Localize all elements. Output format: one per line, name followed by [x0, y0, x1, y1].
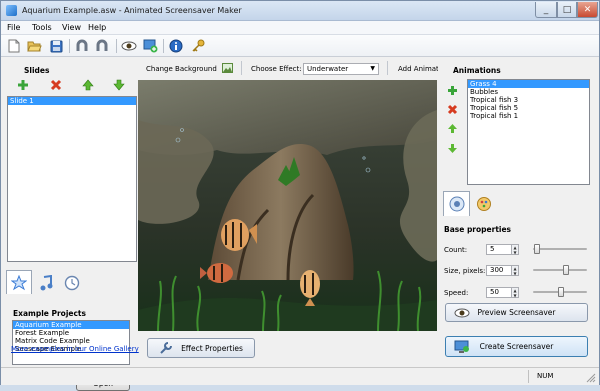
count-input[interactable]: 5 [486, 244, 512, 255]
minimize-button[interactable]: _ [535, 2, 557, 18]
open-icon[interactable] [26, 38, 42, 54]
animation-down-button[interactable] [447, 143, 458, 156]
menu-help[interactable]: Help [88, 23, 106, 32]
add-slide-button[interactable] [17, 79, 29, 93]
aquarium-scene [138, 80, 437, 331]
example-projects-list[interactable]: Aquarium Example Forest Example Matrix C… [12, 320, 130, 365]
speed-slider[interactable] [533, 287, 587, 297]
list-item[interactable]: Slide 1 [8, 97, 136, 105]
preview-canvas [138, 80, 437, 331]
size-input[interactable]: 300 [486, 265, 512, 276]
change-background-link[interactable]: Change Background [146, 65, 217, 73]
add-slide-icon[interactable] [142, 38, 158, 54]
redo-icon[interactable] [94, 38, 110, 54]
list-item[interactable]: Tropical fish 3 [468, 96, 589, 104]
base-properties-heading: Base properties [444, 225, 512, 234]
window-title: Aquarium Example.asw - Animated Screensa… [22, 6, 242, 15]
close-button[interactable]: ✕ [577, 2, 598, 18]
preview-screensaver-button[interactable]: Preview Screensaver [445, 303, 588, 322]
add-animation-link[interactable]: Add Animati [398, 65, 438, 73]
tab-base-properties[interactable] [443, 191, 470, 216]
maximize-button[interactable]: □ [557, 2, 577, 18]
key-icon[interactable] [190, 38, 206, 54]
size-slider[interactable] [533, 265, 587, 275]
chevron-down-icon: ▼ [370, 65, 375, 72]
count-slider[interactable] [533, 244, 587, 254]
move-down-button[interactable] [113, 79, 125, 93]
count-spinner[interactable]: ▲ ▼ [511, 244, 519, 255]
choose-effect-label: Choose Effect: [251, 65, 302, 73]
tab-appearance[interactable] [471, 191, 497, 216]
app-icon [6, 5, 17, 16]
list-item[interactable]: Tropical fish 5 [468, 104, 589, 112]
move-up-button[interactable] [82, 79, 94, 93]
speed-label: Speed: [444, 289, 469, 297]
slides-list[interactable]: Slide 1 [7, 96, 137, 262]
menu-bar: File Tools View Help [1, 21, 599, 35]
title-bar: Aquarium Example.asw - Animated Screensa… [1, 1, 599, 21]
monitor-icon [454, 340, 469, 353]
undo-icon[interactable] [74, 38, 90, 54]
info-icon[interactable] [168, 38, 184, 54]
save-icon[interactable] [48, 38, 64, 54]
preview-screensaver-label: Preview Screensaver [477, 308, 556, 317]
size-spinner[interactable]: ▲ ▼ [511, 265, 519, 276]
list-item[interactable]: Forest Example [13, 329, 129, 337]
count-label: Count: [444, 246, 468, 254]
animation-up-button[interactable] [447, 123, 458, 136]
effect-select[interactable]: Underwater ▼ [303, 63, 379, 75]
eye-icon [454, 308, 470, 318]
delete-slide-button[interactable] [50, 79, 62, 93]
speed-spinner[interactable]: ▲ ▼ [511, 287, 519, 298]
toolbar [1, 35, 599, 57]
preview-eye-icon[interactable] [121, 38, 137, 54]
animations-heading: Animations [453, 66, 501, 75]
online-gallery-link[interactable]: More examples in our Online Gallery [11, 345, 139, 353]
tab-projects[interactable] [6, 270, 32, 294]
left-panel: Slides Slide 1 Example Projects Aquarium… [3, 58, 140, 391]
delete-animation-button[interactable] [447, 104, 458, 117]
background-image-icon[interactable] [222, 63, 233, 75]
speed-input[interactable]: 50 [486, 287, 512, 298]
list-item[interactable]: Matrix Code Example [13, 337, 129, 345]
num-lock-indicator: NUM [537, 372, 554, 380]
resize-grip-icon[interactable] [586, 373, 596, 383]
create-screensaver-label: Create Screensaver [479, 342, 554, 351]
menu-view[interactable]: View [62, 23, 81, 32]
effect-select-value: Underwater [307, 65, 349, 73]
effect-properties-button[interactable]: Effect Properties [147, 338, 255, 358]
menu-tools[interactable]: Tools [32, 23, 52, 32]
slides-heading: Slides [24, 66, 50, 75]
list-item[interactable]: Bubbles [468, 88, 589, 96]
list-item[interactable]: Grass 4 [468, 80, 589, 88]
size-label: Size, pixels: [444, 267, 486, 275]
speed-slider-thumb[interactable] [558, 287, 564, 297]
add-animation-button[interactable] [447, 85, 458, 98]
menu-file[interactable]: File [7, 23, 20, 32]
create-screensaver-button[interactable]: Create Screensaver [445, 336, 588, 357]
app-window: Aquarium Example.asw - Animated Screensa… [0, 0, 600, 391]
list-item[interactable]: Tropical fish 1 [468, 112, 589, 120]
tab-timing[interactable] [59, 271, 85, 295]
example-projects-heading: Example Projects [13, 309, 86, 318]
wrench-icon [160, 342, 173, 354]
size-slider-thumb[interactable] [563, 265, 569, 275]
animations-list[interactable]: Grass 4 Bubbles Tropical fish 3 Tropical… [467, 79, 590, 185]
effect-properties-label: Effect Properties [181, 343, 243, 353]
list-item[interactable]: Aquarium Example [13, 321, 129, 329]
count-slider-thumb[interactable] [534, 244, 540, 254]
tab-music[interactable] [33, 271, 59, 295]
new-icon[interactable] [6, 38, 22, 54]
status-bar: NUM [1, 367, 599, 385]
